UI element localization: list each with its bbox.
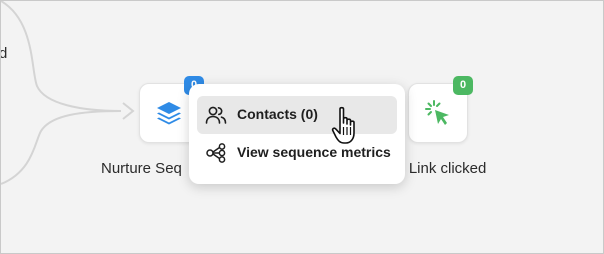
node-context-menu: Contacts (0) View sequence metrics [189, 84, 405, 184]
users-icon [205, 106, 227, 124]
layers-icon [157, 102, 181, 125]
menu-item-label: Contacts (0) [237, 106, 318, 122]
nurture-sequence-label: Nurture Seq [101, 160, 182, 177]
email-link-clicked-label: il Link clicked [398, 160, 487, 177]
menu-item-label: View sequence metrics [237, 144, 391, 160]
partial-node-label: d [1, 45, 7, 62]
email-link-clicked-node[interactable]: 0 [408, 76, 473, 143]
hand-pointer-icon [331, 106, 355, 144]
menu-item-view-sequence-metrics[interactable]: View sequence metrics [197, 134, 397, 172]
workflow-canvas[interactable]: d 0 Nurture Seq 0 il Link clicked [0, 0, 604, 254]
cursor-click-icon [425, 100, 449, 125]
share-nodes-icon [206, 143, 226, 163]
menu-item-contacts[interactable]: Contacts (0) [197, 96, 397, 134]
contact-count-badge: 0 [453, 76, 473, 95]
